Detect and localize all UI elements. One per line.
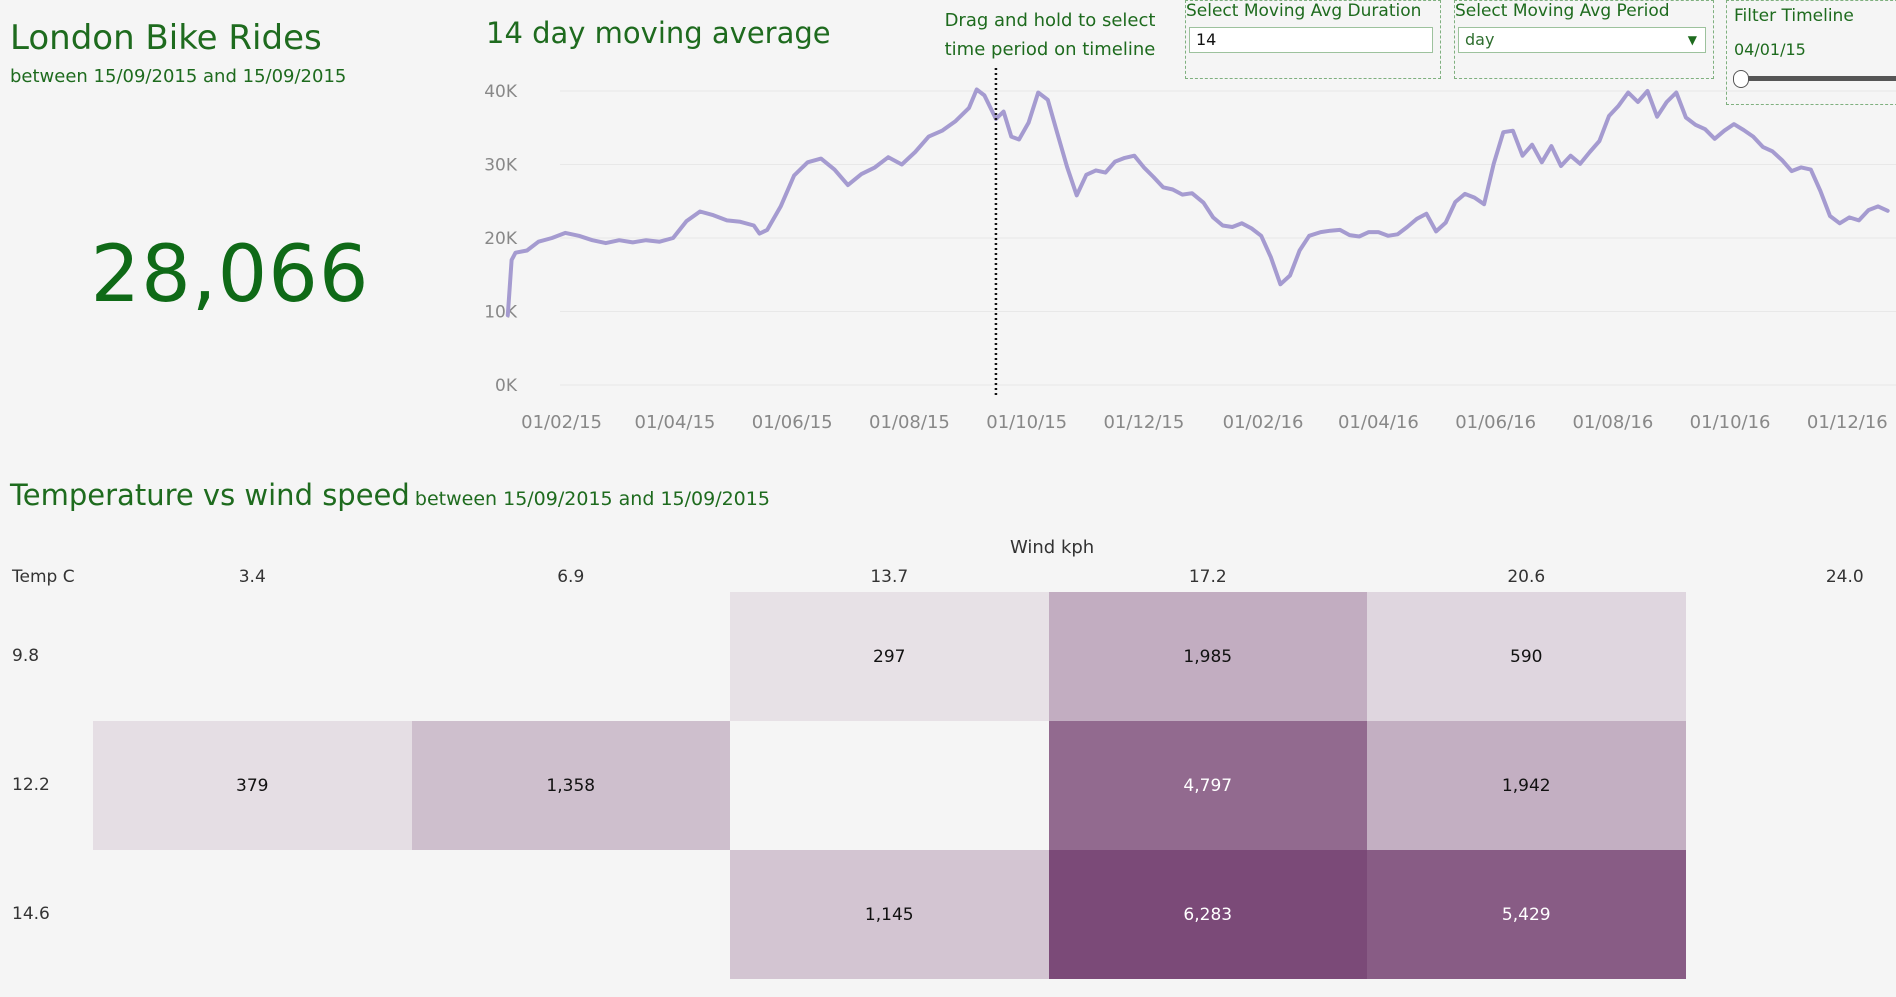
- heatmap-cell[interactable]: 297: [730, 592, 1049, 721]
- duration-input[interactable]: 14: [1189, 27, 1433, 53]
- x-tick-label: 01/12/16: [1807, 412, 1888, 433]
- heatmap-cell[interactable]: 6,283: [1048, 850, 1367, 979]
- timeline-filter-value: 04/01/15: [1734, 40, 1806, 59]
- heatmap-cell[interactable]: 590: [1367, 592, 1686, 721]
- heatmap-title-sub: between 15/09/2015 and 15/09/2015: [414, 488, 770, 510]
- timeline-filter-label: Filter Timeline: [1734, 6, 1854, 26]
- period-label: Select Moving Avg Period: [1455, 1, 1670, 21]
- wind-column-header: 3.4: [238, 567, 266, 587]
- y-tick-label: 10K: [484, 303, 518, 323]
- heatmap-cell[interactable]: 1,145: [730, 850, 1049, 979]
- wind-column-header: 13.7: [870, 567, 909, 587]
- x-tick-label: 01/08/15: [869, 412, 950, 433]
- wind-column-header: 24.0: [1825, 567, 1864, 587]
- x-tick-label: 01/08/16: [1572, 412, 1653, 433]
- heatmap-cell[interactable]: 379: [93, 721, 412, 850]
- y-tick-label: 20K: [484, 229, 518, 249]
- x-tick-label: 01/04/16: [1338, 412, 1419, 433]
- period-select-value: day: [1465, 30, 1495, 49]
- heatmap-title-main: Temperature vs wind speed: [10, 478, 410, 512]
- wind-column-header: 6.9: [557, 567, 585, 587]
- temp-row-header: 9.8: [12, 645, 40, 666]
- temp-axis-label: Temp C: [12, 567, 75, 587]
- x-tick-label: 01/04/15: [635, 412, 716, 433]
- period-select[interactable]: day ▼: [1458, 27, 1706, 53]
- moving-average-series-line[interactable]: [505, 87, 1890, 318]
- y-tick-label: 0K: [495, 376, 518, 396]
- x-tick-label: 01/12/15: [1103, 412, 1184, 433]
- y-tick-label: 30K: [484, 156, 518, 176]
- x-tick-label: 01/06/16: [1455, 412, 1536, 433]
- heatmap-cell[interactable]: 1,358: [411, 721, 730, 850]
- temp-row-header: 12.2: [12, 774, 50, 795]
- x-tick-label: 01/10/16: [1690, 412, 1771, 433]
- heatmap-cell[interactable]: 5,429: [1367, 850, 1686, 979]
- y-tick-label: 40K: [484, 82, 518, 102]
- chevron-down-icon: ▼: [1687, 33, 1697, 47]
- heatmap-title: Temperature vs wind speed between 15/09/…: [10, 478, 770, 512]
- x-tick-label: 01/06/15: [752, 412, 833, 433]
- x-tick-label: 01/02/16: [1223, 412, 1304, 433]
- temp-row-header: 14.6: [12, 903, 50, 924]
- wind-column-header: 17.2: [1188, 567, 1227, 587]
- heatmap-cell[interactable]: 1,985: [1048, 592, 1367, 721]
- heatmap-cell[interactable]: 4,797: [1048, 721, 1367, 850]
- wind-axis-label: Wind kph: [1010, 537, 1095, 558]
- timeline-slider-track[interactable]: [1742, 76, 1896, 81]
- wind-column-header: 20.6: [1507, 567, 1546, 587]
- duration-label: Select Moving Avg Duration: [1186, 1, 1422, 21]
- timeline-slider-handle[interactable]: [1733, 70, 1749, 88]
- x-tick-label: 01/02/15: [521, 412, 602, 433]
- heatmap-cell[interactable]: 1,942: [1367, 721, 1686, 850]
- x-tick-label: 01/10/15: [986, 412, 1067, 433]
